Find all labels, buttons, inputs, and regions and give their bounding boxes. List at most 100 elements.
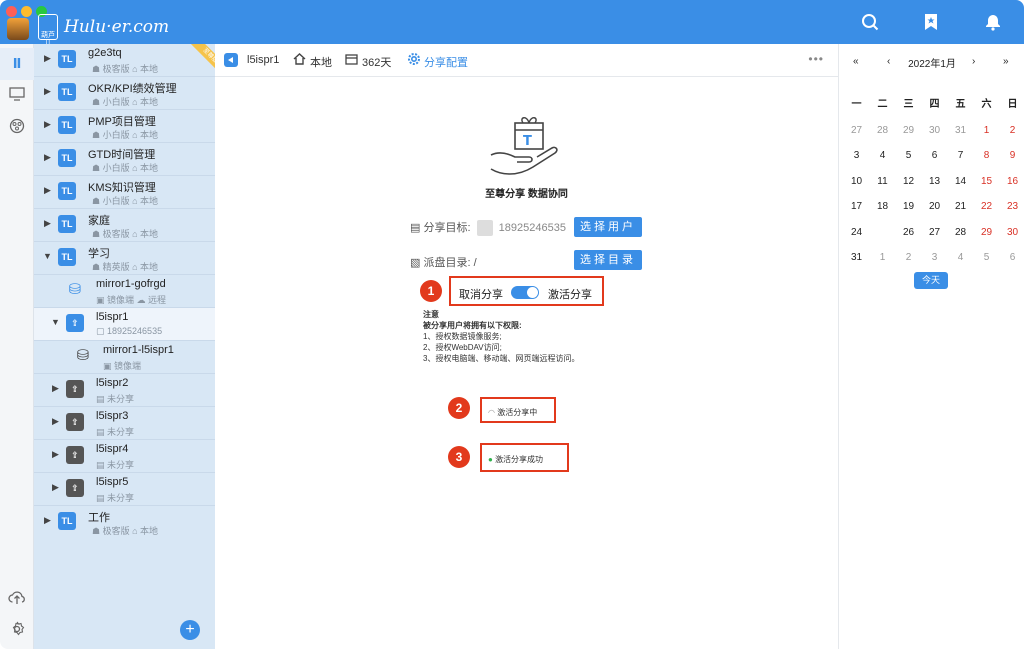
calendar-day[interactable]: 4: [870, 143, 895, 168]
tree-node[interactable]: ▶ TL g2e3tq ☗ 极客版 ⌂ 本地: [34, 44, 215, 77]
tree-node[interactable]: ⛁ mirror1-l5ispr1 ▣ 镜像端: [34, 341, 215, 374]
calendar-day[interactable]: 27: [922, 220, 947, 245]
calendar-day[interactable]: 17: [844, 194, 869, 219]
tree-node[interactable]: ▼ TL 学习 ☗ 精英版 ⌂ 本地: [34, 242, 215, 275]
tree-node[interactable]: ⛁ mirror1-gofrgd ▣ 镜像端 ☁ 远程: [34, 275, 215, 308]
calendar-day[interactable]: 5: [974, 245, 999, 270]
weekday-header: 三: [903, 99, 914, 110]
calendar-day[interactable]: 14: [948, 169, 973, 194]
settings-gear-icon[interactable]: [7, 621, 27, 641]
spaces-icon[interactable]: Ⅱ: [7, 54, 27, 74]
calendar-day[interactable]: 22: [974, 194, 999, 219]
select-directory-button[interactable]: 选择目录: [574, 250, 642, 270]
calendar-day[interactable]: 6: [922, 143, 947, 168]
calendar-day[interactable]: 7: [948, 143, 973, 168]
calendar-day[interactable]: 24: [844, 220, 869, 245]
tree-node[interactable]: ▶ TL PMP项目管理 ☗ 小白版 ⌂ 本地: [34, 110, 215, 143]
calendar-day[interactable]: 30: [1000, 220, 1024, 245]
expand-arrow-icon[interactable]: ▶: [44, 119, 52, 129]
calendar-day[interactable]: 20: [922, 194, 947, 219]
expand-arrow-icon[interactable]: ▶: [44, 515, 52, 525]
calendar-day[interactable]: 6: [1000, 245, 1024, 270]
tree-node-selected[interactable]: ▼ ⇪ l5ispr1 ▢ 18925246535: [34, 308, 215, 341]
share-space-icon: ⇪: [66, 380, 84, 398]
tree-node[interactable]: ▶ TL KMS知识管理 ☗ 小白版 ⌂ 本地: [34, 176, 215, 209]
collapse-arrow-icon[interactable]: ▼: [51, 317, 60, 327]
tree-node[interactable]: ▶ ⇪ l5ispr3 ▤ 未分享: [34, 407, 215, 440]
next-year-button[interactable]: »: [1003, 56, 1009, 67]
expand-arrow-icon[interactable]: ▶: [44, 152, 52, 162]
tree-node[interactable]: ▶ ⇪ l5ispr4 ▤ 未分享: [34, 440, 215, 473]
tree-node[interactable]: ▶ TL 工作 ☗ 极客版 ⌂ 本地: [34, 506, 215, 539]
bell-icon[interactable]: [983, 13, 1003, 33]
calendar-day[interactable]: 2: [1000, 118, 1024, 143]
calendar-day[interactable]: 2: [896, 245, 921, 270]
share-space-icon: [223, 52, 239, 71]
expand-arrow-icon[interactable]: ▶: [44, 53, 52, 63]
expand-arrow-icon[interactable]: ▶: [52, 416, 60, 426]
calendar-day[interactable]: 26: [896, 220, 921, 245]
calendar-day[interactable]: 29: [896, 118, 921, 143]
collapse-arrow-icon[interactable]: ▼: [43, 251, 52, 261]
close-window-button[interactable]: [6, 6, 17, 17]
calendar-day[interactable]: 11: [870, 169, 895, 194]
tree-node[interactable]: ▶ ⇪ l5ispr5 ▤ 未分享: [34, 473, 215, 506]
calendar-day[interactable]: 5: [896, 143, 921, 168]
calendar-day[interactable]: 4: [948, 245, 973, 270]
calendar-day[interactable]: 8: [974, 143, 999, 168]
calendar-day[interactable]: 3: [844, 143, 869, 168]
tree-node[interactable]: ▶ ⇪ l5ispr2 ▤ 未分享: [34, 374, 215, 407]
title-bar: 葫芦儿 Hulu·er.com: [0, 0, 1024, 47]
calendar-day[interactable]: 23: [1000, 194, 1024, 219]
tree-node[interactable]: ▶ TL GTD时间管理 ☗ 小白版 ⌂ 本地: [34, 143, 215, 176]
calendar-day[interactable]: 15: [974, 169, 999, 194]
calendar-day[interactable]: 31: [948, 118, 973, 143]
tree-node[interactable]: ▶ TL 家庭 ☗ 极客版 ⌂ 本地: [34, 209, 215, 242]
expand-arrow-icon[interactable]: ▶: [44, 218, 52, 228]
calendar-day[interactable]: 12: [896, 169, 921, 194]
expand-arrow-icon[interactable]: ▶: [44, 86, 52, 96]
search-icon[interactable]: [860, 13, 880, 33]
share-config-tab[interactable]: 分享配置: [424, 54, 468, 70]
calendar-day[interactable]: 21: [948, 194, 973, 219]
calendar-day-today[interactable]: 25: [869, 218, 896, 246]
bookmark-icon[interactable]: [921, 13, 941, 33]
calendar-day[interactable]: 1: [870, 245, 895, 270]
expand-arrow-icon[interactable]: ▶: [52, 449, 60, 459]
monitor-icon[interactable]: [7, 86, 27, 106]
network-icon[interactable]: [7, 118, 27, 138]
calendar-day[interactable]: 9: [1000, 143, 1024, 168]
node-title: g2e3tq: [88, 47, 122, 59]
select-user-button[interactable]: 选择用户: [574, 217, 642, 237]
expand-arrow-icon[interactable]: ▶: [52, 482, 60, 492]
calendar-day[interactable]: 29: [974, 220, 999, 245]
permission-notice: 注意 被分享用户将拥有以下权限: 1、授权数据镜像服务; 2、授权WebDAV访…: [423, 309, 579, 364]
calendar-day[interactable]: 18: [870, 194, 895, 219]
add-space-button[interactable]: +: [180, 620, 200, 640]
tree-node[interactable]: ▶ TL OKR/KPI绩效管理 ☗ 小白版 ⌂ 本地: [34, 77, 215, 110]
calendar-day[interactable]: 28: [948, 220, 973, 245]
activating-status-box: ◠ 激活分享中: [480, 397, 556, 423]
calendar-day[interactable]: 3: [922, 245, 947, 270]
calendar-day[interactable]: 1: [974, 118, 999, 143]
success-status: ● 激活分享成功: [488, 455, 544, 464]
share-space-icon: ⇪: [66, 446, 84, 464]
expand-arrow-icon[interactable]: ▶: [52, 383, 60, 393]
calendar-day[interactable]: 27: [844, 118, 869, 143]
minimize-window-button[interactable]: [21, 6, 32, 17]
calendar-day[interactable]: 31: [844, 245, 869, 270]
today-button[interactable]: 今天: [914, 272, 948, 289]
more-options-icon[interactable]: •••: [808, 52, 824, 66]
calendar-day[interactable]: 10: [844, 169, 869, 194]
cloud-upload-icon[interactable]: [7, 589, 27, 609]
next-month-button[interactable]: ›: [972, 56, 975, 67]
share-toggle-switch[interactable]: [511, 286, 539, 299]
calendar-day[interactable]: 13: [922, 169, 947, 194]
calendar-day[interactable]: 28: [870, 118, 895, 143]
calendar-day[interactable]: 19: [896, 194, 921, 219]
calendar-day[interactable]: 16: [1000, 169, 1024, 194]
expand-arrow-icon[interactable]: ▶: [44, 185, 52, 195]
gear-icon[interactable]: [407, 52, 421, 69]
space-icon: TL: [58, 50, 76, 68]
calendar-day[interactable]: 30: [922, 118, 947, 143]
